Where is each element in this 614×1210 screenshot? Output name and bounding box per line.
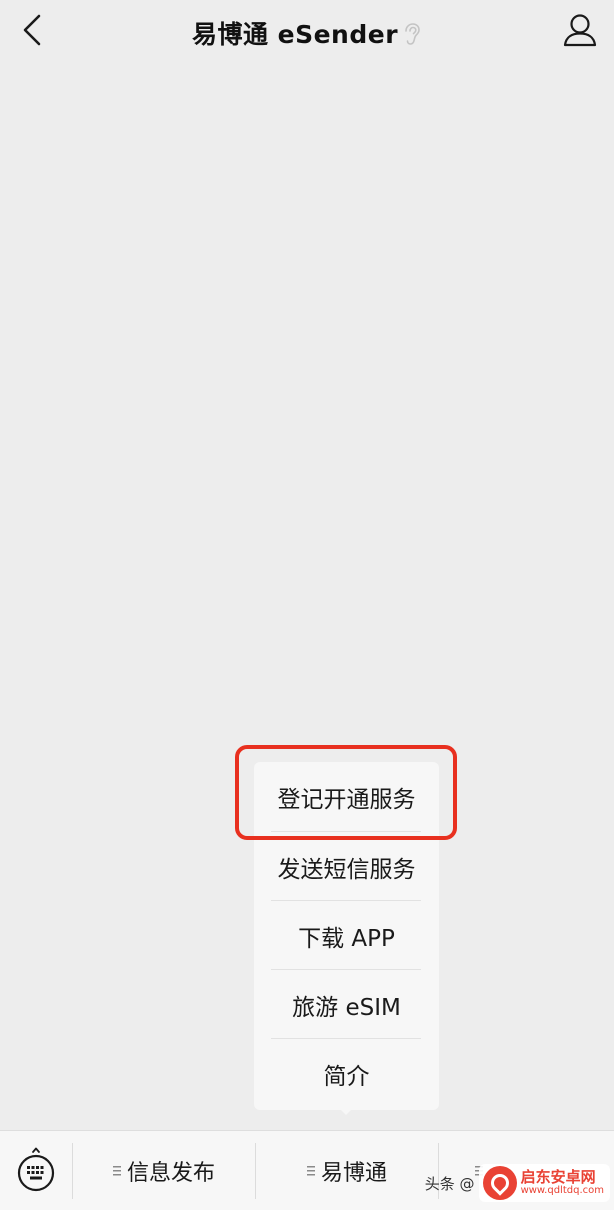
menu-item-label: 旅游 eSIM [292,994,401,1021]
menu-item-label: 发送短信服务 [277,856,416,883]
watermark-logo-icon [482,1166,517,1200]
keyboard-toggle-button[interactable] [0,1131,72,1210]
service-popup-menu: 登记开通服务 发送短信服务 下载 APP 旅游 eSIM 简介 [254,762,439,1110]
watermark-url: www.qdltdq.com [520,1184,604,1196]
chevron-left-icon [21,12,43,52]
submenu-icon [112,1166,121,1176]
watermark-badge: 启东安卓网 www.qdltdq.com [478,1164,610,1202]
nav-header: 易博通 eSender [0,0,614,66]
popup-arrow [337,1106,355,1115]
chat-screen: 易博通 eSender 登记开通服务 发送短信服务 下载 APP 旅游 eSIM… [0,0,614,1210]
submenu-icon [306,1166,315,1176]
title-group: 易博通 eSender [192,15,422,51]
tab-label: 易博通 [320,1161,387,1186]
menu-item-label: 登记开通服务 [277,786,416,813]
ear-icon [402,22,422,46]
menu-item-intro[interactable]: 简介 [254,1039,439,1108]
profile-button[interactable] [558,10,602,54]
back-button[interactable] [10,10,54,54]
keyboard-icon [15,1146,57,1196]
watermark-prefix: 头条 @ [424,1174,475,1193]
tab-yibotong[interactable]: 易博通 [256,1131,438,1210]
menu-item-travel-esim[interactable]: 旅游 eSIM [254,970,439,1039]
menu-item-label: 下载 APP [298,925,395,952]
person-icon [562,12,598,52]
menu-item-download-app[interactable]: 下载 APP [254,901,439,970]
menu-item-label: 简介 [323,1063,370,1090]
page-title: 易博通 eSender [191,20,399,49]
tab-label: 信息发布 [126,1161,215,1186]
tab-info-publish[interactable]: 信息发布 [73,1131,255,1210]
menu-item-send-sms[interactable]: 发送短信服务 [254,832,439,901]
watermark-name: 启东安卓网 [520,1167,596,1186]
menu-item-register-service[interactable]: 登记开通服务 [254,762,439,831]
watermark: 头条 @ 启东安卓网 www.qdltdq.com [425,1160,610,1206]
